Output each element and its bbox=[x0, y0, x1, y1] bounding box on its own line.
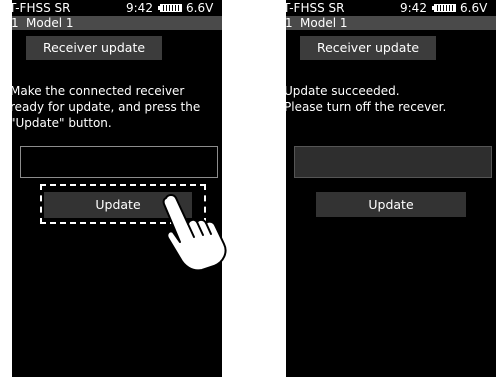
instruction-message: Make the connected receiver ready for up… bbox=[12, 83, 222, 131]
message-line: Please turn off the recever. bbox=[286, 100, 447, 114]
message-line: Make the connected receiver bbox=[12, 84, 185, 98]
clock: 9:42 bbox=[126, 1, 153, 15]
clock: 9:42 bbox=[400, 1, 427, 15]
model-bar: 1 Model 1 bbox=[12, 16, 222, 30]
status-bar: T-FHSS SR 9:42 6.6V bbox=[12, 0, 222, 16]
model-name: Model 1 bbox=[300, 16, 348, 30]
receiver-update-screen-ready: T-FHSS SR 9:42 6.6V 1 Model 1 Receiver u… bbox=[12, 0, 222, 377]
screen-title: Receiver update bbox=[300, 36, 436, 60]
screen-title: Receiver update bbox=[26, 36, 162, 60]
result-message: Update succeeded. Please turn off the re… bbox=[286, 83, 496, 115]
message-line: "Update" button. bbox=[12, 116, 112, 130]
status-bar: T-FHSS SR 9:42 6.6V bbox=[286, 0, 496, 16]
battery-voltage: 6.6V bbox=[460, 1, 488, 15]
message-line: Update succeeded. bbox=[286, 84, 400, 98]
update-status-field bbox=[20, 146, 218, 178]
model-number: 1 bbox=[12, 16, 19, 30]
battery-voltage: 6.6V bbox=[186, 1, 214, 15]
model-bar: 1 Model 1 bbox=[286, 16, 496, 30]
receiver-update-screen-success: T-FHSS SR 9:42 6.6V 1 Model 1 Receiver u… bbox=[286, 0, 496, 377]
message-line: ready for update, and press the bbox=[12, 100, 201, 114]
update-button[interactable]: Update bbox=[44, 192, 192, 218]
system-type-label: T-FHSS SR bbox=[12, 1, 71, 15]
battery-icon bbox=[432, 4, 456, 12]
model-name: Model 1 bbox=[26, 16, 74, 30]
model-number: 1 bbox=[286, 16, 293, 30]
system-type-label: T-FHSS SR bbox=[286, 1, 345, 15]
battery-icon bbox=[158, 4, 182, 12]
update-button[interactable]: Update bbox=[316, 192, 466, 217]
update-status-field bbox=[294, 146, 492, 178]
